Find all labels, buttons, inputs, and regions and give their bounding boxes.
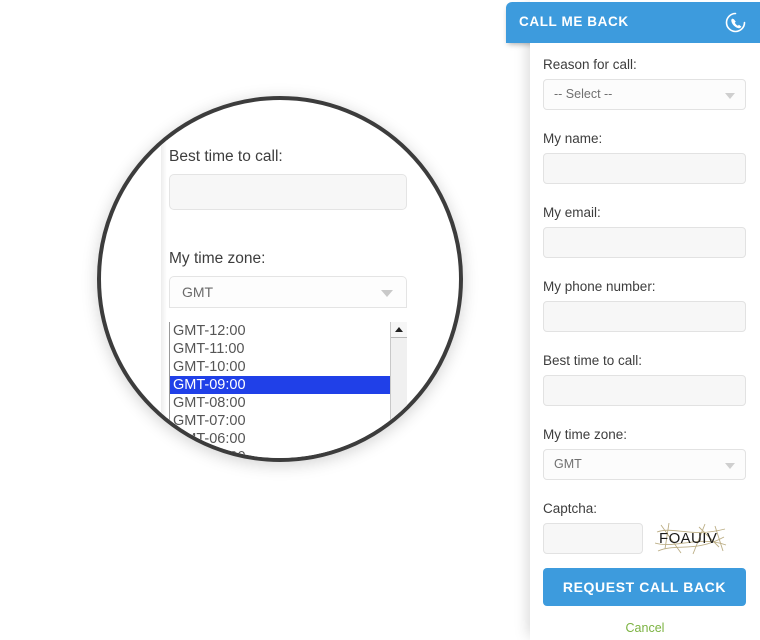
field-reason-for-call: Reason for call: -- Select -- — [543, 57, 746, 110]
magnifier-content: Best time to call: My time zone: GMT GMT… — [161, 120, 411, 458]
time-zone-option[interactable]: GMT-10:00 — [170, 358, 406, 376]
field-my-name: My name: — [543, 131, 746, 184]
captcha-image: FOAUIV — [655, 523, 727, 555]
time-zone-option[interactable]: GMT-11:00 — [170, 340, 406, 358]
field-my-email: My email: — [543, 205, 746, 258]
magnifier-lens: Best time to call: My time zone: GMT GMT… — [97, 96, 463, 462]
label-my-time-zone: My time zone: — [543, 427, 628, 442]
phone-callback-icon — [723, 10, 748, 35]
input-my-name[interactable] — [543, 153, 746, 184]
magnified-select-my-time-zone[interactable]: GMT — [169, 276, 407, 308]
time-zone-option[interactable]: GMT-07:00 — [170, 412, 406, 430]
time-zone-option[interactable]: GMT-06:00 — [170, 430, 406, 448]
label-my-name: My name: — [543, 131, 603, 146]
captcha-text: FOAUIV — [659, 530, 718, 547]
magnified-label-best-time-to-call: Best time to call: — [169, 148, 283, 165]
input-captcha[interactable] — [543, 523, 643, 554]
time-zone-option[interactable]: GMT-12:00 — [170, 322, 406, 340]
time-zone-option[interactable]: GMT-09:00 — [170, 376, 406, 394]
chevron-down-icon — [725, 93, 735, 99]
select-reason-for-call[interactable]: -- Select -- — [543, 79, 746, 110]
label-my-phone-number: My phone number: — [543, 279, 656, 294]
input-best-time-to-call[interactable] — [543, 375, 746, 406]
field-my-phone-number: My phone number: — [543, 279, 746, 332]
captcha-row: FOAUIV — [543, 523, 746, 555]
magnified-dropdown-clip: GMT-12:00 GMT-11:00 GMT-10:00 GMT-09:00 GMT-… — [161, 322, 411, 458]
time-zone-option[interactable]: GMT-08:00 — [170, 394, 406, 412]
select-reason-value: -- Select -- — [554, 87, 613, 101]
magnified-field-best-time-to-call: Best time to call: — [169, 148, 407, 210]
select-time-zone-value: GMT — [554, 457, 582, 471]
label-captcha: Captcha: — [543, 501, 598, 516]
dropdown-scrollbar[interactable] — [390, 322, 407, 458]
panel-title: CALL ME BACK — [519, 14, 629, 29]
magnified-label-my-time-zone: My time zone: — [169, 250, 266, 267]
input-my-email[interactable] — [543, 227, 746, 258]
select-my-time-zone[interactable]: GMT — [543, 449, 746, 480]
label-best-time-to-call: Best time to call: — [543, 353, 643, 368]
time-zone-option-list[interactable]: GMT-12:00 GMT-11:00 GMT-10:00 GMT-09:00 GMT-… — [169, 322, 407, 458]
magnified-input-best-time-to-call[interactable] — [169, 174, 407, 210]
label-my-email: My email: — [543, 205, 601, 220]
magnified-select-value: GMT — [182, 284, 214, 300]
chevron-down-icon — [381, 290, 393, 297]
input-my-phone-number[interactable] — [543, 301, 746, 332]
label-reason-for-call: Reason for call: — [543, 57, 637, 72]
request-call-back-button[interactable]: REQUEST CALL BACK — [543, 568, 746, 606]
field-my-time-zone: My time zone: GMT — [543, 427, 746, 480]
call-me-back-panel: CALL ME BACK Reason for call: -- Select … — [506, 0, 760, 640]
panel-header: CALL ME BACK — [506, 2, 760, 43]
time-zone-option[interactable]: GMT-05:00 — [170, 448, 406, 458]
field-best-time-to-call: Best time to call: — [543, 353, 746, 406]
scroll-up-arrow-icon[interactable] — [391, 322, 407, 338]
field-captcha: Captcha: FOAUIV — [543, 501, 746, 555]
chevron-down-icon — [725, 463, 735, 469]
cancel-link[interactable]: Cancel — [530, 621, 760, 635]
panel-body: Reason for call: -- Select -- My name: M… — [530, 43, 760, 640]
magnified-field-my-time-zone: My time zone: GMT — [169, 250, 407, 308]
